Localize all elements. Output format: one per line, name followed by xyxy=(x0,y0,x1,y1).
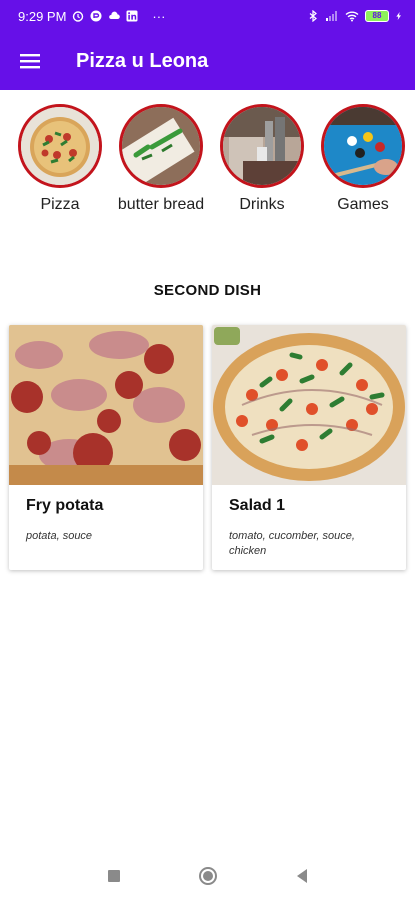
category-list: Pizza butter bread Drinks Games xyxy=(0,104,415,224)
menu-button[interactable] xyxy=(0,32,60,90)
pizza-photo xyxy=(21,107,99,185)
app-title: Pizza u Leona xyxy=(76,49,209,72)
alarm-icon xyxy=(73,11,84,22)
recent-apps-button[interactable] xyxy=(102,864,126,888)
back-triangle-icon xyxy=(296,869,307,883)
category-drinks-image xyxy=(220,104,304,188)
dish-name: Salad 1 xyxy=(229,497,286,514)
signal-icon xyxy=(326,11,337,21)
dish-description: potata, souce xyxy=(26,530,93,542)
dish-card-fry-potata[interactable]: Fry potata potata, souce xyxy=(9,325,203,570)
square-icon xyxy=(107,870,120,882)
category-pizza-label: Pizza xyxy=(40,196,80,213)
dish-name: Fry potata xyxy=(26,497,104,514)
status-time: 9:29 PM xyxy=(18,8,67,24)
category-pizza-image xyxy=(18,104,102,188)
category-games-image xyxy=(321,104,405,188)
system-navigation-bar xyxy=(0,852,415,900)
battery-icon: 88 xyxy=(365,10,389,22)
dish-description: tomato, cucomber, souce, chicken xyxy=(229,530,355,557)
hamburger-menu-icon xyxy=(20,54,40,69)
dish-card-image xyxy=(212,325,406,485)
charging-icon xyxy=(396,12,401,20)
billiards-photo xyxy=(324,107,402,185)
home-circle-icon xyxy=(198,867,217,885)
dish-card-image xyxy=(9,325,203,485)
drinks-photo xyxy=(223,107,301,185)
status-more-indicator: ··· xyxy=(152,8,166,24)
bread-photo xyxy=(122,107,200,185)
category-butter-bread-image xyxy=(119,104,203,188)
section-title: SECOND DISH xyxy=(153,282,262,299)
status-bar: 9:29 PM ··· 88 xyxy=(0,0,415,32)
app-notification-icon xyxy=(90,10,102,22)
category-drinks[interactable]: Drinks xyxy=(212,104,312,214)
app-bar: Pizza u Leona xyxy=(0,32,415,90)
bluetooth-icon xyxy=(309,10,317,22)
linkedin-icon xyxy=(126,10,138,22)
dish-card-salad-1[interactable]: Salad 1 tomato, cucomber, souce, chicken xyxy=(212,325,406,570)
category-games[interactable]: Games xyxy=(313,104,413,214)
category-drinks-label: Drinks xyxy=(239,196,285,213)
cloud-icon xyxy=(109,11,121,19)
wifi-icon xyxy=(345,11,359,22)
category-games-label: Games xyxy=(337,196,389,213)
home-button[interactable] xyxy=(196,864,220,888)
category-butter-bread-label: butter bread xyxy=(117,196,205,213)
salami-pizza-photo xyxy=(9,325,203,485)
category-butter-bread[interactable]: butter bread xyxy=(111,104,211,214)
category-pizza[interactable]: Pizza xyxy=(10,104,110,214)
tomato-pizza-photo xyxy=(212,325,406,485)
back-button[interactable] xyxy=(290,864,314,888)
